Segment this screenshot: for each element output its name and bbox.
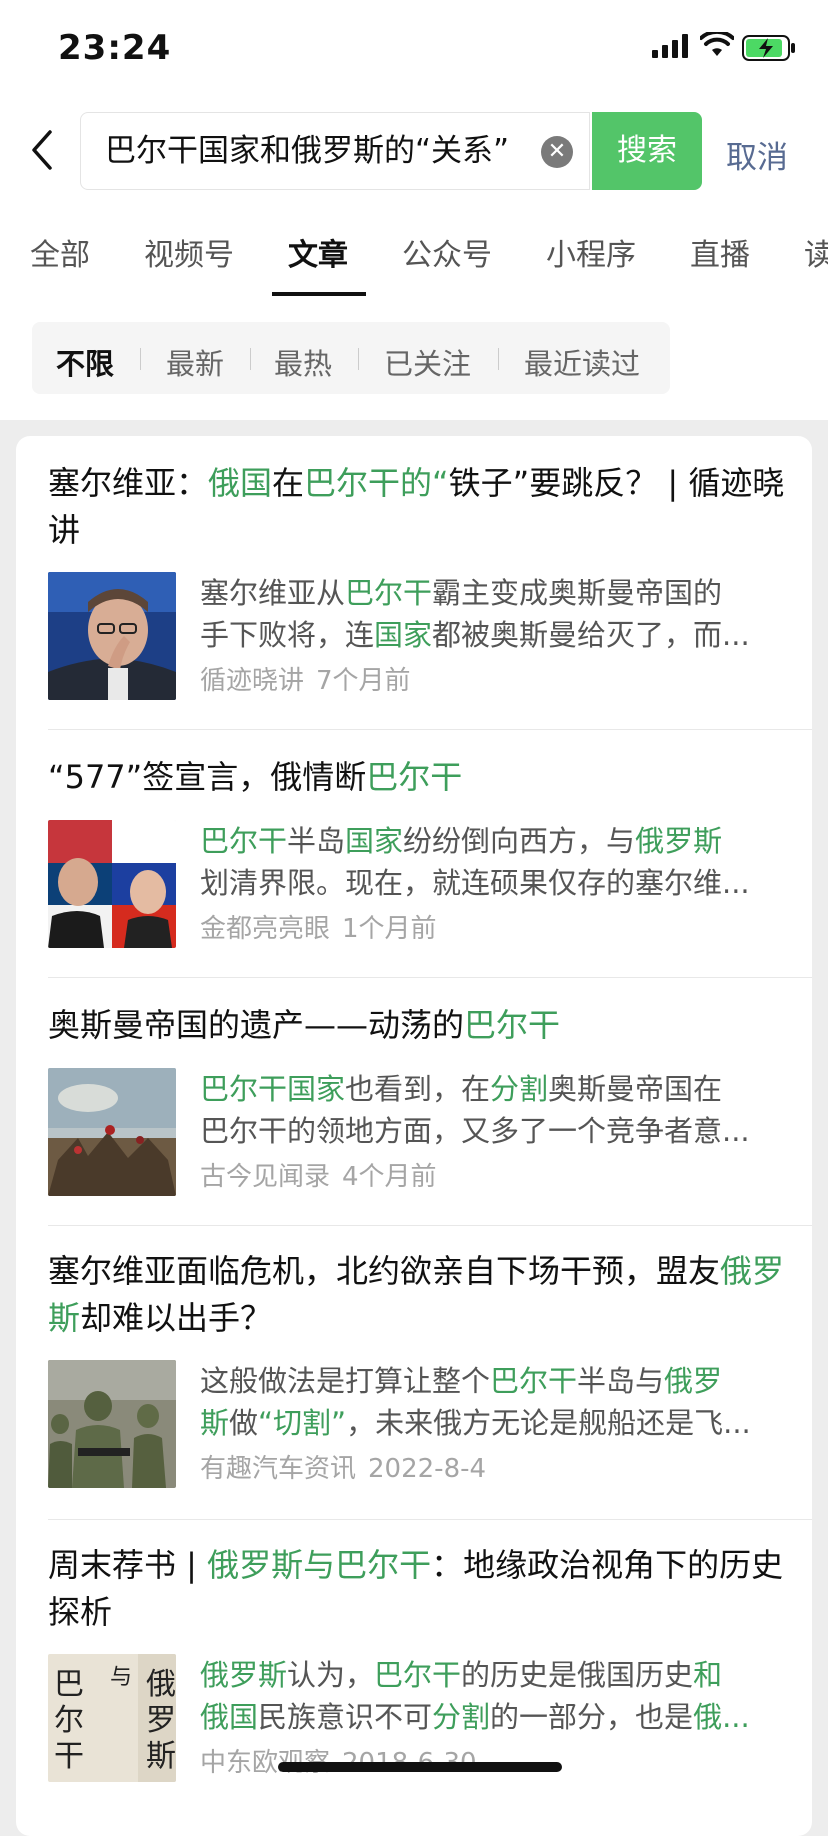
search-input[interactable]: 巴尔干国家和俄罗斯的“关系” ✕ (80, 112, 590, 190)
back-arrow-icon[interactable] (28, 126, 58, 174)
results-list: 塞尔维亚：俄国在巴尔干的“铁子”要跳反？ | 循迹晓讲 塞尔维亚从巴尔干霸主变成… (16, 436, 812, 1836)
active-tab-indicator (272, 292, 366, 296)
result-item[interactable]: “577”签宣言，俄情断巴尔干 巴尔干半岛国家纷纷倒向西方，与俄罗斯 划清界限。… (48, 754, 812, 948)
result-source[interactable]: 有趣汽车资讯 (200, 1454, 356, 1484)
filter-divider (140, 348, 141, 370)
result-meta: 古今见闻录 4个月前 (200, 1156, 437, 1193)
svg-text:斯: 斯 (146, 1739, 176, 1774)
result-title[interactable]: 奥斯曼帝国的遗产——动荡的巴尔干 (48, 1002, 788, 1049)
result-divider (48, 1519, 812, 1520)
result-source[interactable]: 循迹晓讲 (200, 666, 304, 696)
svg-text:与: 与 (110, 1665, 132, 1690)
result-title[interactable]: 周末荐书 | 俄罗斯与巴尔干：地缘政治视角下的历史探析 (48, 1542, 788, 1636)
book-cover-art: 巴 (54, 1667, 84, 1702)
result-title[interactable]: 塞尔维亚面临危机，北约欲亲自下场干预，盟友俄罗斯却难以出手？ (48, 1248, 788, 1342)
result-snippet: 塞尔维亚从巴尔干霸主变成奥斯曼帝国的 手下败将，连国家都被奥斯曼给灭了，而... (200, 576, 750, 652)
cancel-button[interactable]: 取消 (726, 132, 788, 177)
filter-recently-read[interactable]: 最近读过 (524, 341, 640, 383)
filter-latest[interactable]: 最新 (166, 341, 224, 383)
tab-articles[interactable]: 文章 (288, 230, 348, 274)
status-bar: 23:24 (0, 0, 828, 100)
svg-text:罗: 罗 (146, 1703, 176, 1738)
svg-text:干: 干 (54, 1739, 84, 1774)
result-divider (48, 977, 812, 978)
filter-group: 不限 最新 最热 已关注 最近读过 (32, 322, 670, 394)
result-item[interactable]: 塞尔维亚：俄国在巴尔干的“铁子”要跳反？ | 循迹晓讲 塞尔维亚从巴尔干霸主变成… (48, 460, 812, 700)
filter-followed[interactable]: 已关注 (384, 341, 471, 383)
result-item[interactable]: 周末荐书 | 俄罗斯与巴尔干：地缘政治视角下的历史探析 巴 尔 干 与 俄 罗 … (48, 1542, 812, 1782)
status-time: 23:24 (58, 28, 172, 68)
result-thumbnail[interactable] (48, 1068, 176, 1196)
tab-live[interactable]: 直播 (690, 230, 750, 274)
tab-all[interactable]: 全部 (30, 230, 90, 274)
tab-official-accounts[interactable]: 公众号 (402, 230, 492, 274)
filter-divider (498, 348, 499, 370)
filter-any[interactable]: 不限 (56, 341, 114, 383)
tab-reading[interactable]: 读书 (804, 230, 828, 274)
result-item[interactable]: 奥斯曼帝国的遗产——动荡的巴尔干 巴尔干国家也看到，在分割奥斯曼帝国在 巴尔干的… (48, 1002, 812, 1196)
result-date: 2022-8-4 (368, 1454, 487, 1484)
filter-divider (358, 348, 359, 370)
search-bar: 巴尔干国家和俄罗斯的“关系” ✕ 搜索 取消 (0, 100, 828, 200)
svg-text:尔: 尔 (54, 1703, 84, 1738)
home-indicator[interactable] (278, 1762, 562, 1772)
result-source[interactable]: 金都亮亮眼 (200, 914, 330, 944)
wifi-icon (700, 32, 734, 56)
filter-hottest[interactable]: 最热 (274, 341, 332, 383)
result-snippet: 俄罗斯认为，巴尔干的历史是俄国历史和 俄国民族意识不可分割的一部分，也是俄... (200, 1658, 750, 1734)
result-thumbnail[interactable] (48, 572, 176, 700)
result-divider (48, 1225, 812, 1226)
result-meta: 中东欧观察2018-6-30 (200, 1742, 477, 1779)
tab-mini-programs[interactable]: 小程序 (546, 230, 636, 274)
result-title[interactable]: “577”签宣言，俄情断巴尔干 (48, 754, 788, 801)
result-meta: 有趣汽车资讯 2022-8-4 (200, 1448, 486, 1485)
result-divider (48, 729, 812, 730)
result-date: 1个月前 (342, 914, 437, 944)
result-thumbnail[interactable]: 巴 尔 干 与 俄 罗 斯 (48, 1654, 176, 1782)
result-item[interactable]: 塞尔维亚面临危机，北约欲亲自下场干预，盟友俄罗斯却难以出手？ 这般做法是打算让整… (48, 1248, 812, 1488)
result-title[interactable]: 塞尔维亚：俄国在巴尔干的“铁子”要跳反？ | 循迹晓讲 (48, 460, 788, 554)
result-date: 7个月前 (316, 666, 411, 696)
result-source[interactable]: 古今见闻录 (200, 1162, 330, 1192)
cellular-signal-icon (652, 34, 688, 58)
clear-icon[interactable]: ✕ (541, 136, 573, 168)
battery-charging-icon (742, 35, 795, 61)
tab-channels[interactable]: 视频号 (144, 230, 234, 274)
result-thumbnail[interactable] (48, 1360, 176, 1488)
result-meta: 循迹晓讲 7个月前 (200, 660, 411, 697)
search-button[interactable]: 搜索 (592, 112, 702, 190)
result-snippet: 巴尔干国家也看到，在分割奥斯曼帝国在 巴尔干的领地方面，又多了一个竞争者意... (200, 1072, 750, 1148)
filter-divider (250, 348, 251, 370)
filter-bar: 不限 最新 最热 已关注 最近读过 (0, 298, 828, 420)
search-query[interactable]: 巴尔干国家和俄罗斯的“关系” (105, 131, 515, 171)
result-snippet: 这般做法是打算让整个巴尔干半岛与俄罗 斯做“切割”，未来俄方无论是舰船还是飞..… (200, 1364, 751, 1440)
svg-text:俄: 俄 (146, 1667, 176, 1702)
result-date: 4个月前 (342, 1162, 437, 1192)
result-meta: 金都亮亮眼 1个月前 (200, 908, 437, 945)
result-thumbnail[interactable] (48, 820, 176, 948)
category-tabs: 全部 视频号 文章 公众号 小程序 直播 读书 (0, 200, 828, 299)
result-snippet: 巴尔干半岛国家纷纷倒向西方，与俄罗斯 划清界限。现在，就连硕果仅存的塞尔维... (200, 824, 750, 900)
